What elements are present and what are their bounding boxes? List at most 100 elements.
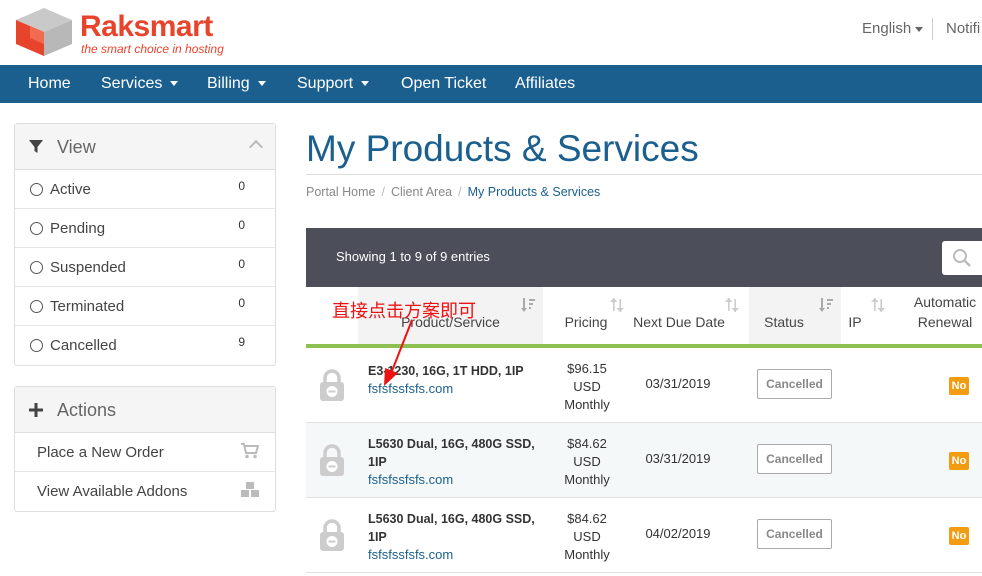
breadcrumb-current: My Products & Services <box>467 185 601 199</box>
actions-panel: Actions Place a New Order View Available… <box>14 386 276 512</box>
nav-services-label: Services <box>101 75 163 92</box>
filter-label: Suspended <box>50 259 126 276</box>
product-pricing: $84.62 USD Monthly <box>552 510 622 564</box>
filter-count: 9 <box>238 335 245 349</box>
renewal-badge: No <box>949 452 969 470</box>
billing-cycle: Monthly <box>564 472 610 487</box>
plus-icon <box>29 403 43 417</box>
radio-icon <box>30 183 43 196</box>
nav-affiliates[interactable]: Affiliates <box>515 65 575 103</box>
nav-affiliates-label: Affiliates <box>515 75 576 92</box>
main-nav: Home Services Billing Support Open Ticke… <box>0 65 982 103</box>
lock-icon <box>320 369 344 401</box>
nav-open-ticket-label: Open Ticket <box>401 75 487 92</box>
renewal-badge: No <box>949 527 969 545</box>
filter-count: 0 <box>238 179 245 193</box>
billing-cycle: Monthly <box>564 397 610 412</box>
title-divider <box>306 174 982 175</box>
nav-home-label: Home <box>28 75 71 92</box>
col-next-due-date[interactable]: Next Due Date <box>629 287 749 348</box>
table-toolbar: Showing 1 to 9 of 9 entries <box>306 228 982 287</box>
col-automatic-renewal[interactable]: Automatic Renewal <box>893 287 982 348</box>
notifications-link[interactable]: Notifi <box>946 20 980 37</box>
filter-icon <box>29 140 43 153</box>
radio-icon <box>30 222 43 235</box>
status-badge: Cancelled <box>757 519 832 549</box>
breadcrumb-portal-home[interactable]: Portal Home <box>306 185 375 199</box>
breadcrumb-separator: / <box>381 185 385 199</box>
nav-support-label: Support <box>297 75 354 92</box>
col-label: IP <box>848 314 862 330</box>
chevron-up-icon[interactable] <box>248 139 264 155</box>
table-entries-info: Showing 1 to 9 of 9 entries <box>336 249 490 264</box>
filter-cancelled[interactable]: Cancelled 9 <box>15 326 275 365</box>
actions-panel-title: Actions <box>57 400 117 420</box>
filter-count: 0 <box>238 257 245 271</box>
sort-icon <box>610 298 624 312</box>
breadcrumb-client-area[interactable]: Client Area <box>391 185 452 199</box>
filter-label: Terminated <box>50 298 125 315</box>
col-ip[interactable]: IP <box>841 287 893 348</box>
nav-home[interactable]: Home <box>28 65 71 103</box>
top-header: Raksmart the smart choice in hosting Eng… <box>0 0 982 65</box>
cubes-icon <box>241 482 259 497</box>
header-divider <box>932 18 933 40</box>
next-due-date: 04/02/2019 <box>645 526 711 541</box>
billing-cycle: Monthly <box>564 547 610 562</box>
filter-count: 0 <box>238 218 245 232</box>
next-due-date: 03/31/2019 <box>645 451 711 466</box>
product-title: L5630 Dual, 16G, 480G SSD, 1IP <box>368 512 535 544</box>
brand-logo[interactable]: Raksmart the smart choice in hosting <box>12 6 224 58</box>
view-panel-header[interactable]: View <box>15 124 275 170</box>
product-pricing: $96.15 USD Monthly <box>552 360 622 414</box>
price-amount: $96.15 <box>567 361 607 376</box>
radio-icon <box>30 261 43 274</box>
action-view-addons[interactable]: View Available Addons <box>15 472 275 511</box>
sort-desc-icon <box>819 298 833 312</box>
price-amount: $84.62 <box>567 511 607 526</box>
product-domain[interactable]: fsfsfssfsfs.com <box>368 471 553 489</box>
lock-icon <box>320 444 344 476</box>
action-place-new-order[interactable]: Place a New Order <box>15 433 275 472</box>
nav-billing[interactable]: Billing <box>207 65 266 103</box>
nav-billing-label: Billing <box>207 75 250 92</box>
radio-icon <box>30 339 43 352</box>
view-panel: View Active 0 Pending 0 Suspended 0 Termina… <box>14 123 276 366</box>
lock-icon <box>320 519 344 551</box>
table-row[interactable]: L5630 Dual, 16G, 480G SSD, 1IP fsfsfssfsf… <box>306 423 982 498</box>
sort-icon <box>725 298 739 312</box>
product-pricing: $84.62 USD Monthly <box>552 435 622 489</box>
price-currency: USD <box>573 454 601 469</box>
product-name[interactable]: L5630 Dual, 16G, 480G SSD, 1IP fsfsfssfsf… <box>368 435 553 489</box>
filter-active[interactable]: Active 0 <box>15 170 275 209</box>
price-amount: $84.62 <box>567 436 607 451</box>
cart-icon <box>241 443 259 459</box>
product-domain[interactable]: fsfsfssfsfs.com <box>368 546 553 564</box>
chevron-down-icon <box>170 81 179 87</box>
logo-cube-icon <box>16 8 72 56</box>
filter-pending[interactable]: Pending 0 <box>15 209 275 248</box>
status-badge: Cancelled <box>757 369 832 399</box>
annotation-arrow-icon <box>384 319 413 386</box>
language-selector[interactable]: English <box>862 20 924 37</box>
table-search-input[interactable] <box>942 241 982 275</box>
view-panel-title: View <box>57 137 96 157</box>
action-label: Place a New Order <box>37 444 164 461</box>
product-title: L5630 Dual, 16G, 480G SSD, 1IP <box>368 437 535 469</box>
price-currency: USD <box>573 529 601 544</box>
table-row[interactable]: L5630 Dual, 16G, 480G SSD, 1IP fsfsfssfsf… <box>306 498 982 573</box>
nav-support[interactable]: Support <box>297 65 370 103</box>
filter-label: Cancelled <box>50 337 117 354</box>
next-due-date: 03/31/2019 <box>645 376 711 391</box>
radio-icon <box>30 300 43 313</box>
col-pricing[interactable]: Pricing <box>543 287 629 348</box>
col-status[interactable]: Status <box>749 287 841 348</box>
nav-services[interactable]: Services <box>101 65 179 103</box>
nav-open-ticket[interactable]: Open Ticket <box>401 65 486 103</box>
product-name[interactable]: L5630 Dual, 16G, 480G SSD, 1IP fsfsfssfsf… <box>368 510 553 564</box>
brand-name: Raksmart <box>80 10 213 43</box>
page-title: My Products & Services <box>306 128 699 169</box>
col-label: Automatic Renewal <box>913 294 977 330</box>
filter-suspended[interactable]: Suspended 0 <box>15 248 275 287</box>
filter-terminated[interactable]: Terminated 0 <box>15 287 275 326</box>
